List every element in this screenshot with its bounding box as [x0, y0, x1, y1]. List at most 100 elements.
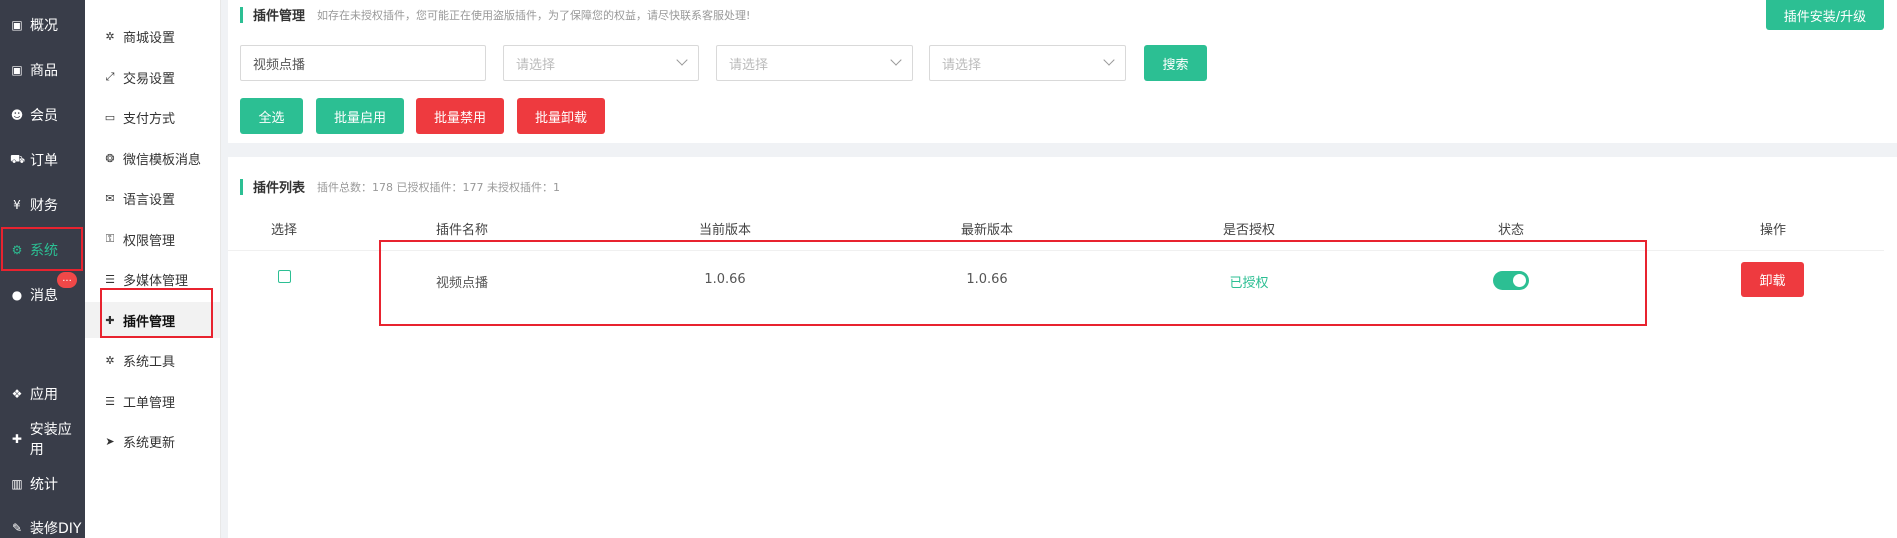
apps-icon: ❖	[11, 387, 23, 401]
column-header-current-version: 当前版本	[698, 223, 751, 238]
sidebar-item-label: 系统工具	[123, 354, 176, 370]
box-icon: ▣	[11, 63, 23, 77]
batch-uninstall-button[interactable]: 批量卸载	[517, 98, 605, 134]
sidebar-item-label: 插件管理	[123, 314, 176, 330]
sidebar-item-media[interactable]: ☰ 多媒体管理	[85, 261, 220, 297]
column-header-actions: 操作	[1759, 223, 1786, 238]
chart-icon: ▣	[11, 18, 23, 32]
authorized-cell: 已授权	[1229, 276, 1269, 291]
column-header-name: 插件名称	[435, 223, 488, 238]
toggle-knob	[1513, 274, 1526, 287]
column-header-status: 状态	[1497, 223, 1524, 238]
sidebar-item-tickets[interactable]: ☰ 工单管理	[85, 383, 220, 419]
plugin-list-header: 插件列表 插件总数：178 已授权插件：177 未授权插件：1	[240, 177, 560, 196]
sidebar-item-mall-settings[interactable]: ✲ 商城设置	[85, 18, 220, 54]
status-toggle[interactable]	[1493, 271, 1529, 290]
sidebar-item-label: 系统	[30, 243, 58, 259]
sidebar-item-label: 应用	[30, 387, 58, 403]
send-icon: ➤	[105, 434, 115, 448]
cart-icon: ⛟	[10, 152, 26, 166]
sidebar-item-install-apps[interactable]: ✚ 安装应用	[0, 419, 85, 459]
secondary-sidebar: ✲ 商城设置 ⤢ 交易设置 ▭ 支付方式 ❂ 微信模板消息 ✉ 语言设置 ⚿ 权限管理 ☰ 多…	[85, 0, 221, 538]
sidebar-item-label: 多媒体管理	[123, 273, 189, 289]
section-desc: 如存在未授权插件，您可能正在使用盗版插件，为了保障您的权益，请尽快联系客服处理!	[317, 8, 751, 22]
sidebar-item-apps[interactable]: ❖ 应用	[0, 374, 85, 414]
filter-select-3[interactable]: 请选择	[929, 45, 1126, 81]
current-version-cell: 1.0.66	[704, 272, 746, 287]
latest-version-cell: 1.0.66	[966, 272, 1008, 287]
sidebar-item-plugins[interactable]: ✚ 插件管理	[85, 302, 220, 338]
column-header-authorized: 是否授权	[1222, 223, 1275, 238]
search-button[interactable]: 搜索	[1144, 45, 1207, 81]
exchange-icon: ⤢	[105, 70, 115, 83]
sidebar-item-label: 财务	[30, 198, 58, 214]
card-icon: ▭	[104, 110, 116, 124]
column-header-select: 选择	[270, 223, 297, 238]
sidebar-item-diy[interactable]: ✎ 装修DIY	[0, 508, 85, 538]
uninstall-button[interactable]: 卸载	[1741, 262, 1804, 297]
filter-select-1[interactable]: 请选择	[503, 45, 699, 81]
chevron-down-icon	[1103, 54, 1115, 66]
batch-disable-button[interactable]: 批量禁用	[416, 98, 504, 134]
batch-enable-button[interactable]: 批量启用	[316, 98, 404, 134]
sidebar-item-label: 装修DIY	[30, 521, 82, 537]
sidebar-item-label: 概况	[30, 18, 58, 34]
sidebar-item-permissions[interactable]: ⚿ 权限管理	[85, 221, 220, 257]
yen-icon: ¥	[13, 198, 21, 212]
sidebar-item-members[interactable]: ☻ 会员	[0, 95, 85, 135]
chat-icon: ●	[11, 288, 23, 302]
app-root: ▣ 概况 ▣ 商品 ☻ 会员 ⛟ 订单 ¥ 财务 ⚙ 系统 ● 消息 ... ❖ 应用 ✚ 安装应…	[0, 0, 1897, 538]
sidebar-item-payment-methods[interactable]: ▭ 支付方式	[85, 99, 220, 135]
sidebar-item-wechat-template[interactable]: ❂ 微信模板消息	[85, 140, 220, 176]
sidebar-item-label: 商品	[30, 63, 58, 79]
select-all-button[interactable]: 全选	[240, 98, 303, 134]
column-header-latest-version: 最新版本	[960, 223, 1013, 238]
sidebar-item-overview[interactable]: ▣ 概况	[0, 5, 85, 45]
install-upgrade-button[interactable]: 插件安装/升级	[1766, 0, 1884, 30]
chevron-down-icon	[676, 54, 688, 66]
users-icon: ☻	[10, 108, 24, 122]
plugin-list-panel	[228, 157, 1897, 538]
primary-sidebar: ▣ 概况 ▣ 商品 ☻ 会员 ⛟ 订单 ¥ 财务 ⚙ 系统 ● 消息 ... ❖ 应用 ✚ 安装应…	[0, 0, 85, 538]
sidebar-item-label: 支付方式	[123, 111, 176, 127]
sidebar-item-label: 消息	[30, 288, 58, 304]
bar-chart-icon: ▥	[11, 477, 23, 491]
plugin-summary: 插件总数：178 已授权插件：177 未授权插件：1	[317, 180, 560, 194]
plugin-manage-header: 插件管理 如存在未授权插件，您可能正在使用盗版插件，为了保障您的权益，请尽快联系…	[240, 5, 750, 24]
sidebar-item-label: 订单	[30, 153, 58, 169]
section-title: 插件列表	[253, 181, 306, 196]
sidebar-item-label: 统计	[30, 477, 58, 493]
puzzle-icon: ✚	[105, 313, 115, 327]
wechat-icon: ❂	[105, 151, 115, 165]
language-icon: ✉	[105, 191, 115, 205]
sidebar-item-label: 安装应用	[29, 422, 72, 458]
list-icon: ☰	[105, 272, 115, 286]
table-header-divider	[228, 250, 1884, 251]
sidebar-item-label: 工单管理	[123, 395, 176, 411]
sidebar-item-language[interactable]: ✉ 语言设置	[85, 180, 220, 216]
chevron-down-icon	[890, 54, 902, 66]
row-select-checkbox[interactable]	[278, 270, 291, 283]
search-input[interactable]: 视频点播	[240, 45, 486, 81]
sidebar-item-stats[interactable]: ▥ 统计	[0, 464, 85, 504]
sidebar-item-system-tools[interactable]: ✲ 系统工具	[85, 342, 220, 378]
sidebar-item-label: 语言设置	[123, 192, 176, 208]
key-icon: ⚿	[105, 232, 115, 245]
sidebar-item-finance[interactable]: ¥ 财务	[0, 185, 85, 225]
sidebar-item-trade-settings[interactable]: ⤢ 交易设置	[85, 59, 220, 95]
gears-icon: ⚙	[11, 243, 23, 257]
sidebar-item-system-update[interactable]: ➤ 系统更新	[85, 423, 220, 459]
sidebar-item-goods[interactable]: ▣ 商品	[0, 50, 85, 90]
sidebar-item-label: 交易设置	[123, 71, 176, 87]
gear-icon: ✲	[105, 29, 115, 43]
sidebar-item-system[interactable]: ⚙ 系统	[0, 230, 85, 270]
section-title: 插件管理	[253, 9, 306, 24]
sidebar-item-label: 微信模板消息	[123, 152, 202, 168]
list-icon: ☰	[105, 394, 115, 408]
message-badge: ...	[57, 272, 77, 288]
filter-select-2[interactable]: 请选择	[716, 45, 913, 81]
plugin-name-cell: 视频点播	[435, 276, 488, 291]
sidebar-item-orders[interactable]: ⛟ 订单	[0, 140, 85, 180]
sidebar-item-label: 系统更新	[123, 435, 176, 451]
hammer-icon: ✎	[11, 521, 23, 535]
